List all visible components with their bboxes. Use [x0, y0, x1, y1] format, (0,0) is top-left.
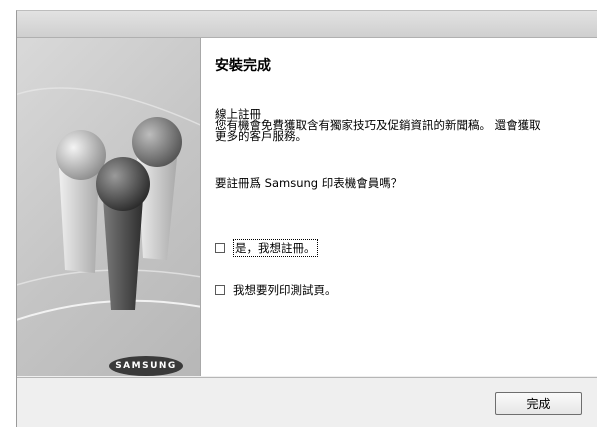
registration-text: 線上註冊 您有機會免費獲取含有獨家技巧及促銷資訊的新聞稿。 還會獲取 更多的客戶…	[215, 108, 541, 143]
samsung-logo: SAMSUNG	[109, 356, 183, 376]
sphere-right	[132, 117, 182, 167]
print-test-page-label[interactable]: 我想要列印測試頁。	[233, 282, 337, 298]
sphere-left	[56, 130, 106, 180]
side-banner: SAMSUNG	[17, 38, 201, 376]
installer-window: SAMSUNG 安裝完成 線上註冊 您有機會免費獲取含有獨家技巧及促銷資訊的新聞…	[16, 10, 597, 427]
print-test-page-checkbox[interactable]	[215, 285, 225, 295]
finish-button[interactable]: 完成	[495, 392, 582, 415]
content-panel: 安裝完成 線上註冊 您有機會免費獲取含有獨家技巧及促銷資訊的新聞稿。 還會獲取 …	[201, 38, 597, 376]
spheres-illustration	[17, 87, 200, 321]
title-bar[interactable]	[17, 11, 597, 38]
registration-line-2: 更多的客戶服務。	[215, 129, 307, 143]
option-print-test-page[interactable]: 我想要列印測試頁。	[215, 282, 337, 298]
register-question: 要註冊爲 Samsung 印表機會員嗎？	[215, 176, 403, 190]
register-checkbox[interactable]	[215, 243, 225, 253]
pedestal-left	[59, 166, 99, 273]
register-label[interactable]: 是，我想註冊。	[233, 239, 318, 257]
page-title: 安裝完成	[215, 58, 271, 74]
pedestal-center	[103, 198, 143, 310]
button-bar: 完成	[17, 377, 597, 427]
sphere-center	[96, 157, 150, 211]
option-register[interactable]: 是，我想註冊。	[215, 239, 318, 257]
